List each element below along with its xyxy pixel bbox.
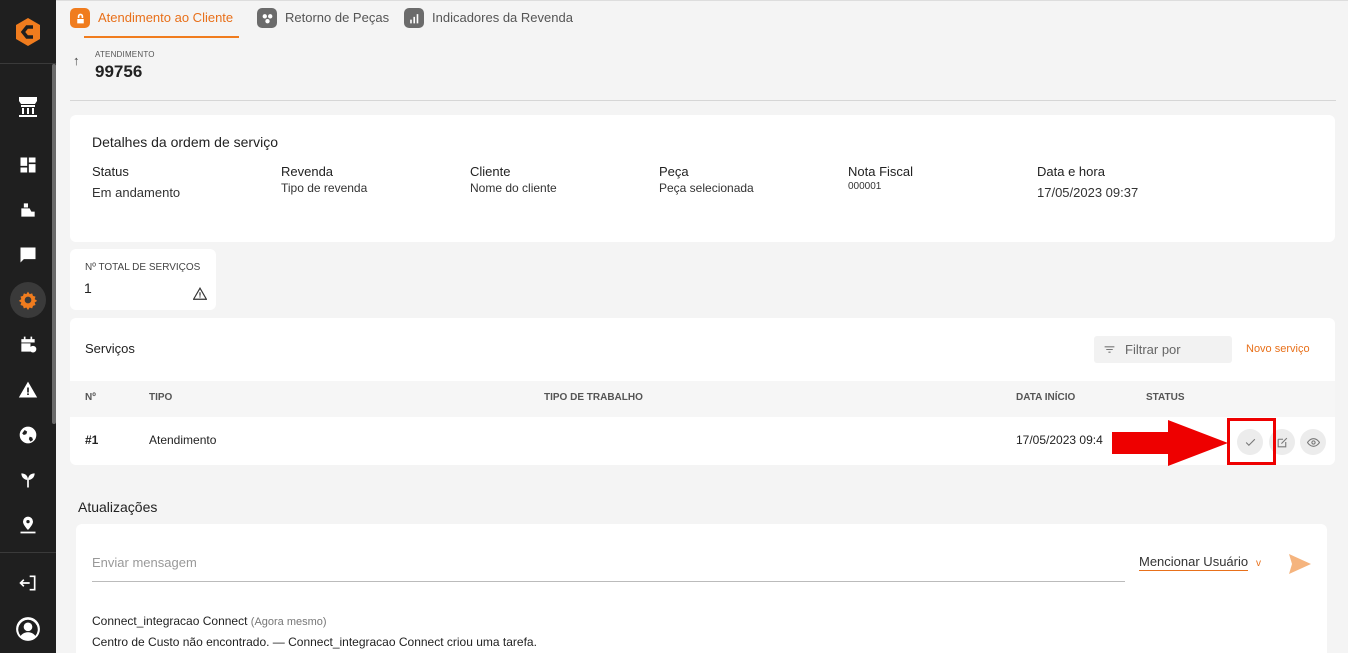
bar-chart-icon xyxy=(404,8,424,28)
sidebar-item-dashboard[interactable] xyxy=(0,147,56,183)
sidebar-item-chat[interactable] xyxy=(0,237,56,273)
calendar-clock-icon xyxy=(21,336,37,353)
sidebar-divider xyxy=(0,552,56,553)
sidebar-item-service[interactable] xyxy=(0,282,56,318)
row-data-inicio: 17/05/2023 09:4 xyxy=(1016,433,1103,447)
total-label: Nº TOTAL DE SERVIÇOS xyxy=(85,262,201,273)
details-card: Detalhes da ordem de serviço Status Em a… xyxy=(70,115,1335,242)
table-header: Nº TIPO TIPO DE TRABALHO DATA INÍCIO STA… xyxy=(70,381,1335,417)
edit-icon xyxy=(1277,437,1287,447)
author-name: Connect_integracao Connect xyxy=(92,614,248,628)
updates-title: Atualizações xyxy=(78,499,158,515)
sidebar-item-profile[interactable] xyxy=(0,610,56,648)
col-tipo: TIPO xyxy=(149,392,173,403)
app-logo[interactable] xyxy=(0,0,56,64)
page-subtitle: ATENDIMENTO xyxy=(95,50,155,59)
log-entry-text: Centro de Custo não encontrado. — Connec… xyxy=(92,635,537,649)
tab-label: Indicadores da Revenda xyxy=(432,10,573,25)
sidebar-item-dealer[interactable] xyxy=(0,86,56,126)
map-pin-icon xyxy=(20,516,36,534)
tab-atendimento[interactable]: Atendimento ao Cliente xyxy=(70,8,240,38)
sidebar-item-calendar[interactable] xyxy=(0,327,56,363)
field-status: Status Em andamento xyxy=(92,164,180,200)
customer-service-icon xyxy=(70,8,90,28)
warning-icon xyxy=(193,287,207,300)
filter-label: Filtrar por xyxy=(1125,342,1181,357)
tab-label: Atendimento ao Cliente xyxy=(98,10,234,25)
services-title: Serviços xyxy=(85,341,135,356)
chat-icon xyxy=(20,247,36,263)
field-value: 17/05/2023 09:37 xyxy=(1037,185,1139,200)
row-num: #1 xyxy=(85,433,99,447)
details-title: Detalhes da ordem de serviço xyxy=(92,134,278,150)
col-data-inicio: DATA INÍCIO xyxy=(1016,392,1076,403)
gear-wrench-icon xyxy=(18,291,38,310)
annotation-arrow-icon xyxy=(1112,420,1228,466)
field-data-hora: Data e hora 17/05/2023 09:37 xyxy=(1037,164,1138,200)
message-input[interactable]: Enviar mensagem xyxy=(92,551,1125,582)
row-tipo: Atendimento xyxy=(149,433,217,447)
updates-card: Enviar mensagem Mencionar Usuário v Conn… xyxy=(76,524,1327,653)
field-label: Status xyxy=(92,164,129,179)
field-label: Cliente xyxy=(470,164,511,179)
page-title: 99756 xyxy=(95,62,143,81)
col-status: STATUS xyxy=(1146,392,1185,403)
logout-icon xyxy=(19,575,36,591)
tractor-icon xyxy=(21,201,35,217)
tab-retorno-pecas[interactable]: Retorno de Peças xyxy=(257,8,389,38)
sidebar-item-globe[interactable] xyxy=(0,417,56,453)
tab-indicadores[interactable]: Indicadores da Revenda xyxy=(404,8,573,38)
back-arrow-icon[interactable]: ↑ xyxy=(73,53,80,68)
field-value: Tipo de revenda xyxy=(281,181,368,195)
total-value: 1 xyxy=(84,280,92,296)
field-value: Nome do cliente xyxy=(470,181,557,195)
field-label: Revenda xyxy=(281,164,334,179)
chevron-down-icon[interactable]: v xyxy=(1256,558,1261,569)
total-services-card: Nº TOTAL DE SERVIÇOS 1 xyxy=(70,249,216,310)
sprout-icon xyxy=(21,473,35,488)
field-peca: Peça Peça selecionada xyxy=(659,164,754,195)
header-divider xyxy=(70,100,1336,101)
field-cliente: Cliente Nome do cliente xyxy=(470,164,557,195)
filter-dropdown[interactable]: Filtrar por xyxy=(1094,336,1232,363)
top-tabbar: Atendimento ao Cliente Retorno de Peças … xyxy=(56,0,1348,38)
sidebar-item-location[interactable] xyxy=(0,507,56,543)
parts-icon xyxy=(257,8,277,28)
field-value: Peça selecionada xyxy=(659,181,754,195)
filter-icon xyxy=(1104,346,1115,353)
log-entry-author: Connect_integracao Connect (Agora mesmo) xyxy=(92,614,327,628)
sidebar-item-alerts[interactable] xyxy=(0,372,56,408)
warning-icon xyxy=(18,381,38,398)
field-nota-fiscal: Nota Fiscal 000001 xyxy=(848,164,913,192)
dashboard-icon xyxy=(20,157,36,173)
field-revenda: Revenda Tipo de revenda xyxy=(281,164,367,195)
col-num: Nº xyxy=(85,392,96,403)
sidebar-item-plant[interactable] xyxy=(0,462,56,498)
globe-icon xyxy=(19,426,37,444)
field-value: Em andamento xyxy=(92,185,181,200)
col-tipo-trabalho: TIPO DE TRABALHO xyxy=(544,392,643,403)
field-label: Peça xyxy=(659,164,689,179)
field-label: Data e hora xyxy=(1037,164,1105,179)
sidebar-item-tractor[interactable] xyxy=(0,192,56,228)
new-service-button[interactable]: Novo serviço xyxy=(1246,343,1310,355)
sidebar xyxy=(0,0,56,653)
eye-icon xyxy=(1306,437,1320,447)
field-value: 000001 xyxy=(848,181,882,192)
user-avatar-icon xyxy=(16,617,40,641)
send-icon[interactable] xyxy=(1288,553,1312,575)
log-timestamp: (Agora mesmo) xyxy=(250,616,327,628)
view-button[interactable] xyxy=(1300,429,1326,455)
store-icon xyxy=(19,97,37,117)
sidebar-item-logout[interactable] xyxy=(0,565,56,601)
field-label: Nota Fiscal xyxy=(848,164,914,179)
annotation-highlight-box xyxy=(1227,418,1276,465)
tab-label: Retorno de Peças xyxy=(285,10,390,25)
mention-user-dropdown[interactable]: Mencionar Usuário xyxy=(1139,554,1249,571)
